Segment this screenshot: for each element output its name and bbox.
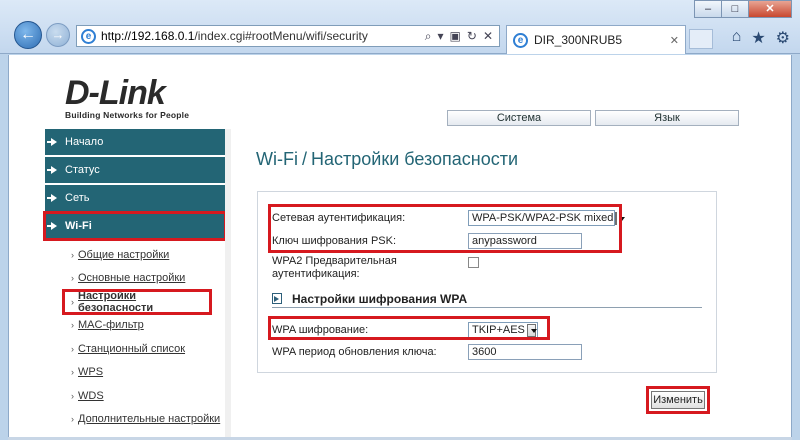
subnav-label: Основные настройки: [78, 272, 186, 285]
sidebar-item-home[interactable]: Начало: [45, 129, 225, 155]
title-page: Настройки безопасности: [311, 149, 519, 169]
subnav-label: Дополнительные настройки: [78, 413, 221, 426]
bullet-icon: ›: [71, 343, 74, 354]
bullet-icon: ›: [71, 414, 74, 425]
close-window-button[interactable]: ✕: [748, 0, 792, 18]
page-title: Wi-Fi / Настройки безопасности: [256, 149, 518, 170]
title-separator: /: [301, 149, 307, 169]
bullet-icon: ›: [71, 367, 74, 378]
sidebar-item-status[interactable]: Статус: [45, 157, 225, 183]
window-controls: – □ ✕: [694, 0, 792, 18]
subnav-label: Станционный список: [78, 342, 186, 355]
logo-tagline: Building Networks for People: [65, 110, 190, 120]
arrow-right-icon: [47, 138, 57, 146]
sidebar-item-label: Начало: [65, 136, 104, 148]
router-page: D-Link Building Networks for People Сист…: [8, 55, 792, 440]
highlight-cipher: [268, 316, 550, 340]
bullet-icon: ›: [71, 273, 74, 284]
new-tab-button[interactable]: [689, 29, 713, 49]
rekey-input[interactable]: 3600: [468, 344, 582, 360]
bullet-icon: ›: [71, 320, 74, 331]
subnav-general[interactable]: › Общие настройки: [45, 243, 225, 267]
subnav-label: MAC-фильтр: [78, 319, 144, 332]
subnav-advanced[interactable]: › Дополнительные настройки: [45, 408, 225, 432]
topnav-language[interactable]: Язык: [595, 110, 739, 126]
browser-tab[interactable]: e DIR_300NRUB5 ✕: [506, 25, 686, 54]
compat-view-icon[interactable]: ▣: [450, 29, 461, 44]
stop-icon[interactable]: ✕: [483, 29, 493, 44]
preauth-label: WPA2 Предварительная аутентификация:: [272, 255, 468, 281]
favorites-star-icon[interactable]: ★: [751, 28, 765, 48]
sidebar: Начало Статус Сеть Wi-Fi › Общие настрой…: [43, 129, 227, 431]
url-host: http://192.168.0.1: [101, 29, 195, 43]
dropdown-icon[interactable]: ▾: [438, 29, 444, 44]
arrow-left-icon: ←: [20, 26, 36, 43]
tab-title: DIR_300NRUB5: [534, 33, 623, 47]
sidebar-item-network[interactable]: Сеть: [45, 185, 225, 211]
subnav-station-list[interactable]: › Станционный список: [45, 337, 225, 361]
apply-button[interactable]: Изменить: [651, 391, 705, 409]
minimize-button[interactable]: –: [694, 0, 722, 18]
rekey-label: WPA период обновления ключа:: [272, 346, 437, 358]
arrow-right-icon: [47, 166, 57, 174]
arrow-right-icon: →: [51, 27, 65, 42]
highlight-auth-psk: [268, 204, 622, 253]
preauth-checkbox[interactable]: [468, 257, 479, 268]
wpa-encryption-header: Настройки шифрования WPA: [272, 290, 702, 308]
bullet-icon: ›: [71, 249, 74, 260]
subnav-basic[interactable]: › Основные настройки: [45, 267, 225, 291]
subnav-label: WDS: [78, 389, 104, 402]
forward-button[interactable]: →: [46, 23, 70, 47]
url-path: /index.cgi#rootMenu/wifi/security: [194, 29, 368, 43]
topnav-system[interactable]: Система: [447, 110, 591, 126]
section-title: Настройки шифрования WPA: [292, 291, 468, 306]
subnav-security[interactable]: › Настройки безопасности: [62, 289, 212, 315]
sidebar-item-label: Статус: [65, 164, 100, 176]
wifi-subnav: › Общие настройки › Основные настройки ›…: [45, 243, 225, 431]
subnav-wps[interactable]: › WPS: [45, 361, 225, 385]
subnav-mac-filter[interactable]: › MAC-фильтр: [45, 314, 225, 338]
url-text[interactable]: http://192.168.0.1/index.cgi#rootMenu/wi…: [101, 29, 425, 43]
subnav-label: WPS: [78, 366, 104, 379]
bullet-icon: ›: [71, 296, 74, 307]
browser-tools: ⌂ ★ ⚙: [732, 28, 790, 48]
top-navigation: Система Язык: [447, 110, 739, 126]
sidebar-divider: [225, 129, 231, 440]
title-section: Wi-Fi: [256, 149, 298, 169]
arrow-right-icon: [47, 222, 57, 230]
back-button[interactable]: ←: [14, 21, 42, 49]
address-tools: ⌕ ▾ ▣ ↻ ✕: [425, 29, 499, 44]
preauth-row: WPA2 Предварительная аутентификация:: [272, 255, 479, 281]
maximize-button[interactable]: □: [721, 0, 749, 18]
preauth-label-line1: WPA2 Предварительная: [272, 255, 397, 267]
subnav-wds[interactable]: › WDS: [45, 384, 225, 408]
sidebar-item-label: Wi-Fi: [65, 220, 92, 232]
bullet-icon: ›: [71, 390, 74, 401]
close-tab-icon[interactable]: ✕: [670, 34, 685, 47]
logo-brand: D-Link: [65, 74, 166, 112]
address-bar[interactable]: e http://192.168.0.1/index.cgi#rootMenu/…: [76, 25, 500, 47]
dlink-logo: D-Link Building Networks for People: [65, 74, 190, 120]
settings-gear-icon[interactable]: ⚙: [776, 28, 790, 48]
security-settings-panel: Сетевая аутентификация: WPA-PSK/WPA2-PSK…: [257, 191, 717, 373]
browser-chrome: – □ ✕ ← → e http://192.168.0.1/index.cgi…: [0, 0, 800, 54]
ie-page-icon: e: [81, 28, 96, 44]
preauth-label-line2: аутентификация:: [272, 268, 360, 280]
search-icon[interactable]: ⌕: [425, 29, 432, 44]
subnav-label: Общие настройки: [78, 248, 170, 261]
ie-tab-icon: e: [513, 32, 528, 48]
arrow-right-icon: [47, 194, 57, 202]
refresh-icon[interactable]: ↻: [467, 29, 477, 44]
subnav-label: Настройки безопасности: [78, 289, 154, 314]
section-arrow-icon: [272, 293, 282, 304]
sidebar-item-label: Сеть: [65, 192, 90, 204]
home-icon[interactable]: ⌂: [732, 28, 742, 48]
sidebar-item-wifi[interactable]: Wi-Fi: [43, 211, 227, 241]
rekey-row: WPA период обновления ключа: 3600: [272, 344, 582, 360]
